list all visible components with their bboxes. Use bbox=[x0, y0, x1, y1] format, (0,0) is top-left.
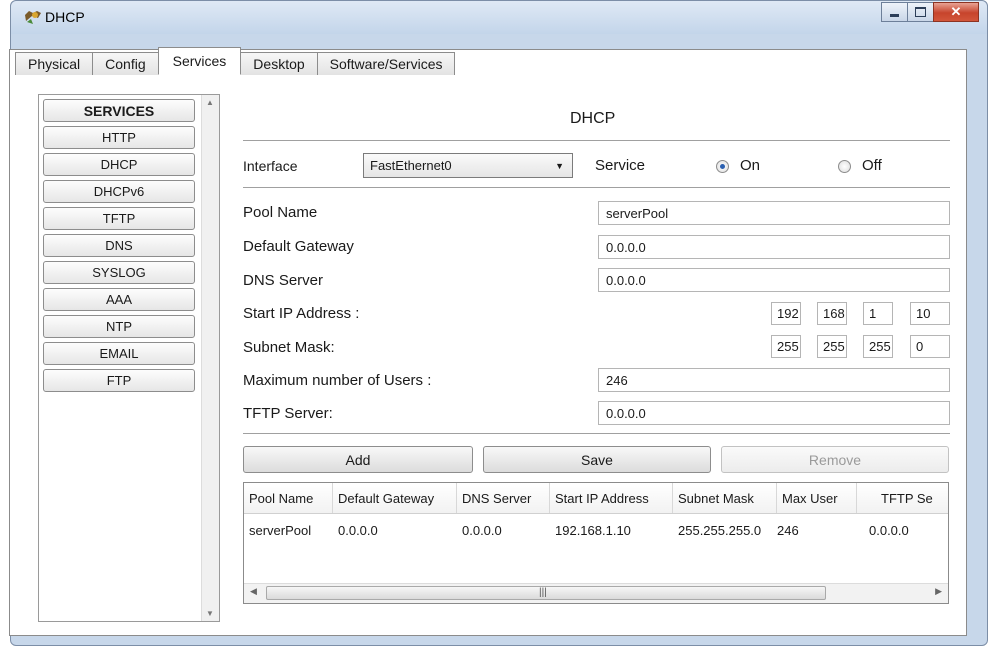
divider bbox=[243, 187, 950, 188]
tab-services[interactable]: Services bbox=[157, 47, 242, 75]
tab-bar: Physical Config Services Desktop Softwar… bbox=[15, 47, 456, 76]
divider bbox=[243, 433, 950, 434]
service-on-radio[interactable] bbox=[716, 160, 729, 173]
remove-button[interactable]: Remove bbox=[721, 446, 949, 473]
app-icon bbox=[25, 11, 41, 24]
service-on-label: On bbox=[740, 157, 761, 174]
max-users-label: Maximum number of Users : bbox=[243, 372, 432, 389]
start-ip-octet-1[interactable]: 192 bbox=[771, 302, 801, 325]
pool-name-label: Pool Name bbox=[243, 204, 318, 221]
maximize-button[interactable] bbox=[907, 2, 934, 22]
start-ip-label: Start IP Address : bbox=[243, 305, 360, 322]
dns-server-label: DNS Server bbox=[243, 272, 324, 289]
interface-value: FastEthernet0 bbox=[370, 158, 452, 173]
start-ip-octet-2[interactable]: 168 bbox=[817, 302, 847, 325]
cell-default-gateway: 0.0.0.0 bbox=[338, 523, 378, 538]
scroll-right-icon[interactable]: ▶ bbox=[935, 586, 942, 597]
column-header-start-ip[interactable]: Start IP Address bbox=[550, 483, 673, 513]
save-button[interactable]: Save bbox=[483, 446, 711, 473]
services-panel: SERVICES HTTP DHCP DHCPv6 TFTP DNS SYSLO… bbox=[38, 94, 220, 622]
tab-physical[interactable]: Physical bbox=[15, 52, 94, 75]
service-label: Service bbox=[595, 157, 646, 174]
service-item-dhcp[interactable]: DHCP bbox=[43, 153, 195, 176]
cell-subnet-mask: 255.255.255.0 bbox=[678, 523, 762, 538]
scroll-left-icon[interactable]: ◀ bbox=[250, 586, 257, 597]
dns-server-field[interactable]: 0.0.0.0 bbox=[598, 268, 950, 292]
tab-desktop[interactable]: Desktop bbox=[240, 52, 318, 75]
column-header-dns-server[interactable]: DNS Server bbox=[457, 483, 550, 513]
column-header-default-gateway[interactable]: Default Gateway bbox=[333, 483, 457, 513]
tftp-server-field[interactable]: 0.0.0.0 bbox=[598, 401, 950, 425]
cell-pool-name: serverPool bbox=[249, 523, 312, 538]
table-scrollbar[interactable]: ◀ ||| ▶ bbox=[244, 583, 948, 603]
subnet-octet-1[interactable]: 255 bbox=[771, 335, 801, 358]
tftp-server-label: TFTP Server: bbox=[243, 405, 333, 422]
cell-max-user: 246 bbox=[777, 523, 799, 538]
grip-icon: ||| bbox=[539, 587, 547, 598]
table-header: Pool Name Default Gateway DNS Server Sta… bbox=[244, 483, 948, 514]
subnet-octet-2[interactable]: 255 bbox=[817, 335, 847, 358]
subnet-mask-label: Subnet Mask: bbox=[243, 339, 335, 356]
service-item-email[interactable]: EMAIL bbox=[43, 342, 195, 365]
column-header-max-user[interactable]: Max User bbox=[777, 483, 857, 513]
minimize-icon bbox=[890, 14, 899, 17]
column-header-pool-name[interactable]: Pool Name bbox=[244, 483, 333, 513]
tab-software-services[interactable]: Software/Services bbox=[316, 52, 456, 75]
chevron-down-icon: ▼ bbox=[555, 161, 564, 171]
cell-tftp-server: 0.0.0.0 bbox=[869, 523, 909, 538]
max-users-field[interactable]: 246 bbox=[598, 368, 950, 392]
column-header-subnet-mask[interactable]: Subnet Mask bbox=[673, 483, 777, 513]
window-title: DHCP bbox=[45, 9, 85, 25]
maximize-icon bbox=[915, 7, 926, 17]
service-off-radio[interactable] bbox=[838, 160, 851, 173]
pool-name-field[interactable]: serverPool bbox=[598, 201, 950, 225]
service-item-http[interactable]: HTTP bbox=[43, 126, 195, 149]
tab-config[interactable]: Config bbox=[92, 52, 159, 75]
minimize-button[interactable] bbox=[881, 2, 908, 22]
divider bbox=[243, 140, 950, 141]
service-item-tftp[interactable]: TFTP bbox=[43, 207, 195, 230]
interface-select[interactable]: FastEthernet0 ▼ bbox=[363, 153, 573, 178]
service-item-ntp[interactable]: NTP bbox=[43, 315, 195, 338]
title-bar[interactable]: DHCP ✕ bbox=[11, 1, 987, 34]
close-icon: ✕ bbox=[950, 4, 962, 19]
interface-label: Interface bbox=[243, 158, 298, 174]
service-item-aaa[interactable]: AAA bbox=[43, 288, 195, 311]
close-button[interactable]: ✕ bbox=[933, 2, 979, 22]
service-item-ftp[interactable]: FTP bbox=[43, 369, 195, 392]
pool-table: Pool Name Default Gateway DNS Server Sta… bbox=[243, 482, 949, 604]
subnet-octet-4[interactable]: 0 bbox=[910, 335, 950, 358]
default-gateway-field[interactable]: 0.0.0.0 bbox=[598, 235, 950, 259]
subnet-octet-3[interactable]: 255 bbox=[863, 335, 893, 358]
page-title: DHCP bbox=[570, 110, 616, 127]
default-gateway-label: Default Gateway bbox=[243, 238, 354, 255]
scrollbar-thumb[interactable]: ||| bbox=[266, 586, 826, 600]
column-header-tftp-server[interactable]: TFTP Se bbox=[857, 483, 947, 513]
service-item-dns[interactable]: DNS bbox=[43, 234, 195, 257]
service-off-label: Off bbox=[862, 157, 882, 174]
cell-dns-server: 0.0.0.0 bbox=[462, 523, 502, 538]
add-button[interactable]: Add bbox=[243, 446, 473, 473]
service-item-syslog[interactable]: SYSLOG bbox=[43, 261, 195, 284]
service-item-dhcpv6[interactable]: DHCPv6 bbox=[43, 180, 195, 203]
scroll-up-icon[interactable]: ▲ bbox=[206, 98, 214, 107]
start-ip-octet-4[interactable]: 10 bbox=[910, 302, 950, 325]
table-row[interactable]: serverPool 0.0.0.0 0.0.0.0 192.168.1.10 … bbox=[244, 523, 947, 538]
start-ip-octet-3[interactable]: 1 bbox=[863, 302, 893, 325]
cell-start-ip: 192.168.1.10 bbox=[555, 523, 631, 538]
scroll-down-icon[interactable]: ▼ bbox=[206, 609, 214, 618]
services-header-button[interactable]: SERVICES bbox=[43, 99, 195, 122]
services-scrollbar[interactable]: ▲ ▼ bbox=[201, 95, 219, 621]
